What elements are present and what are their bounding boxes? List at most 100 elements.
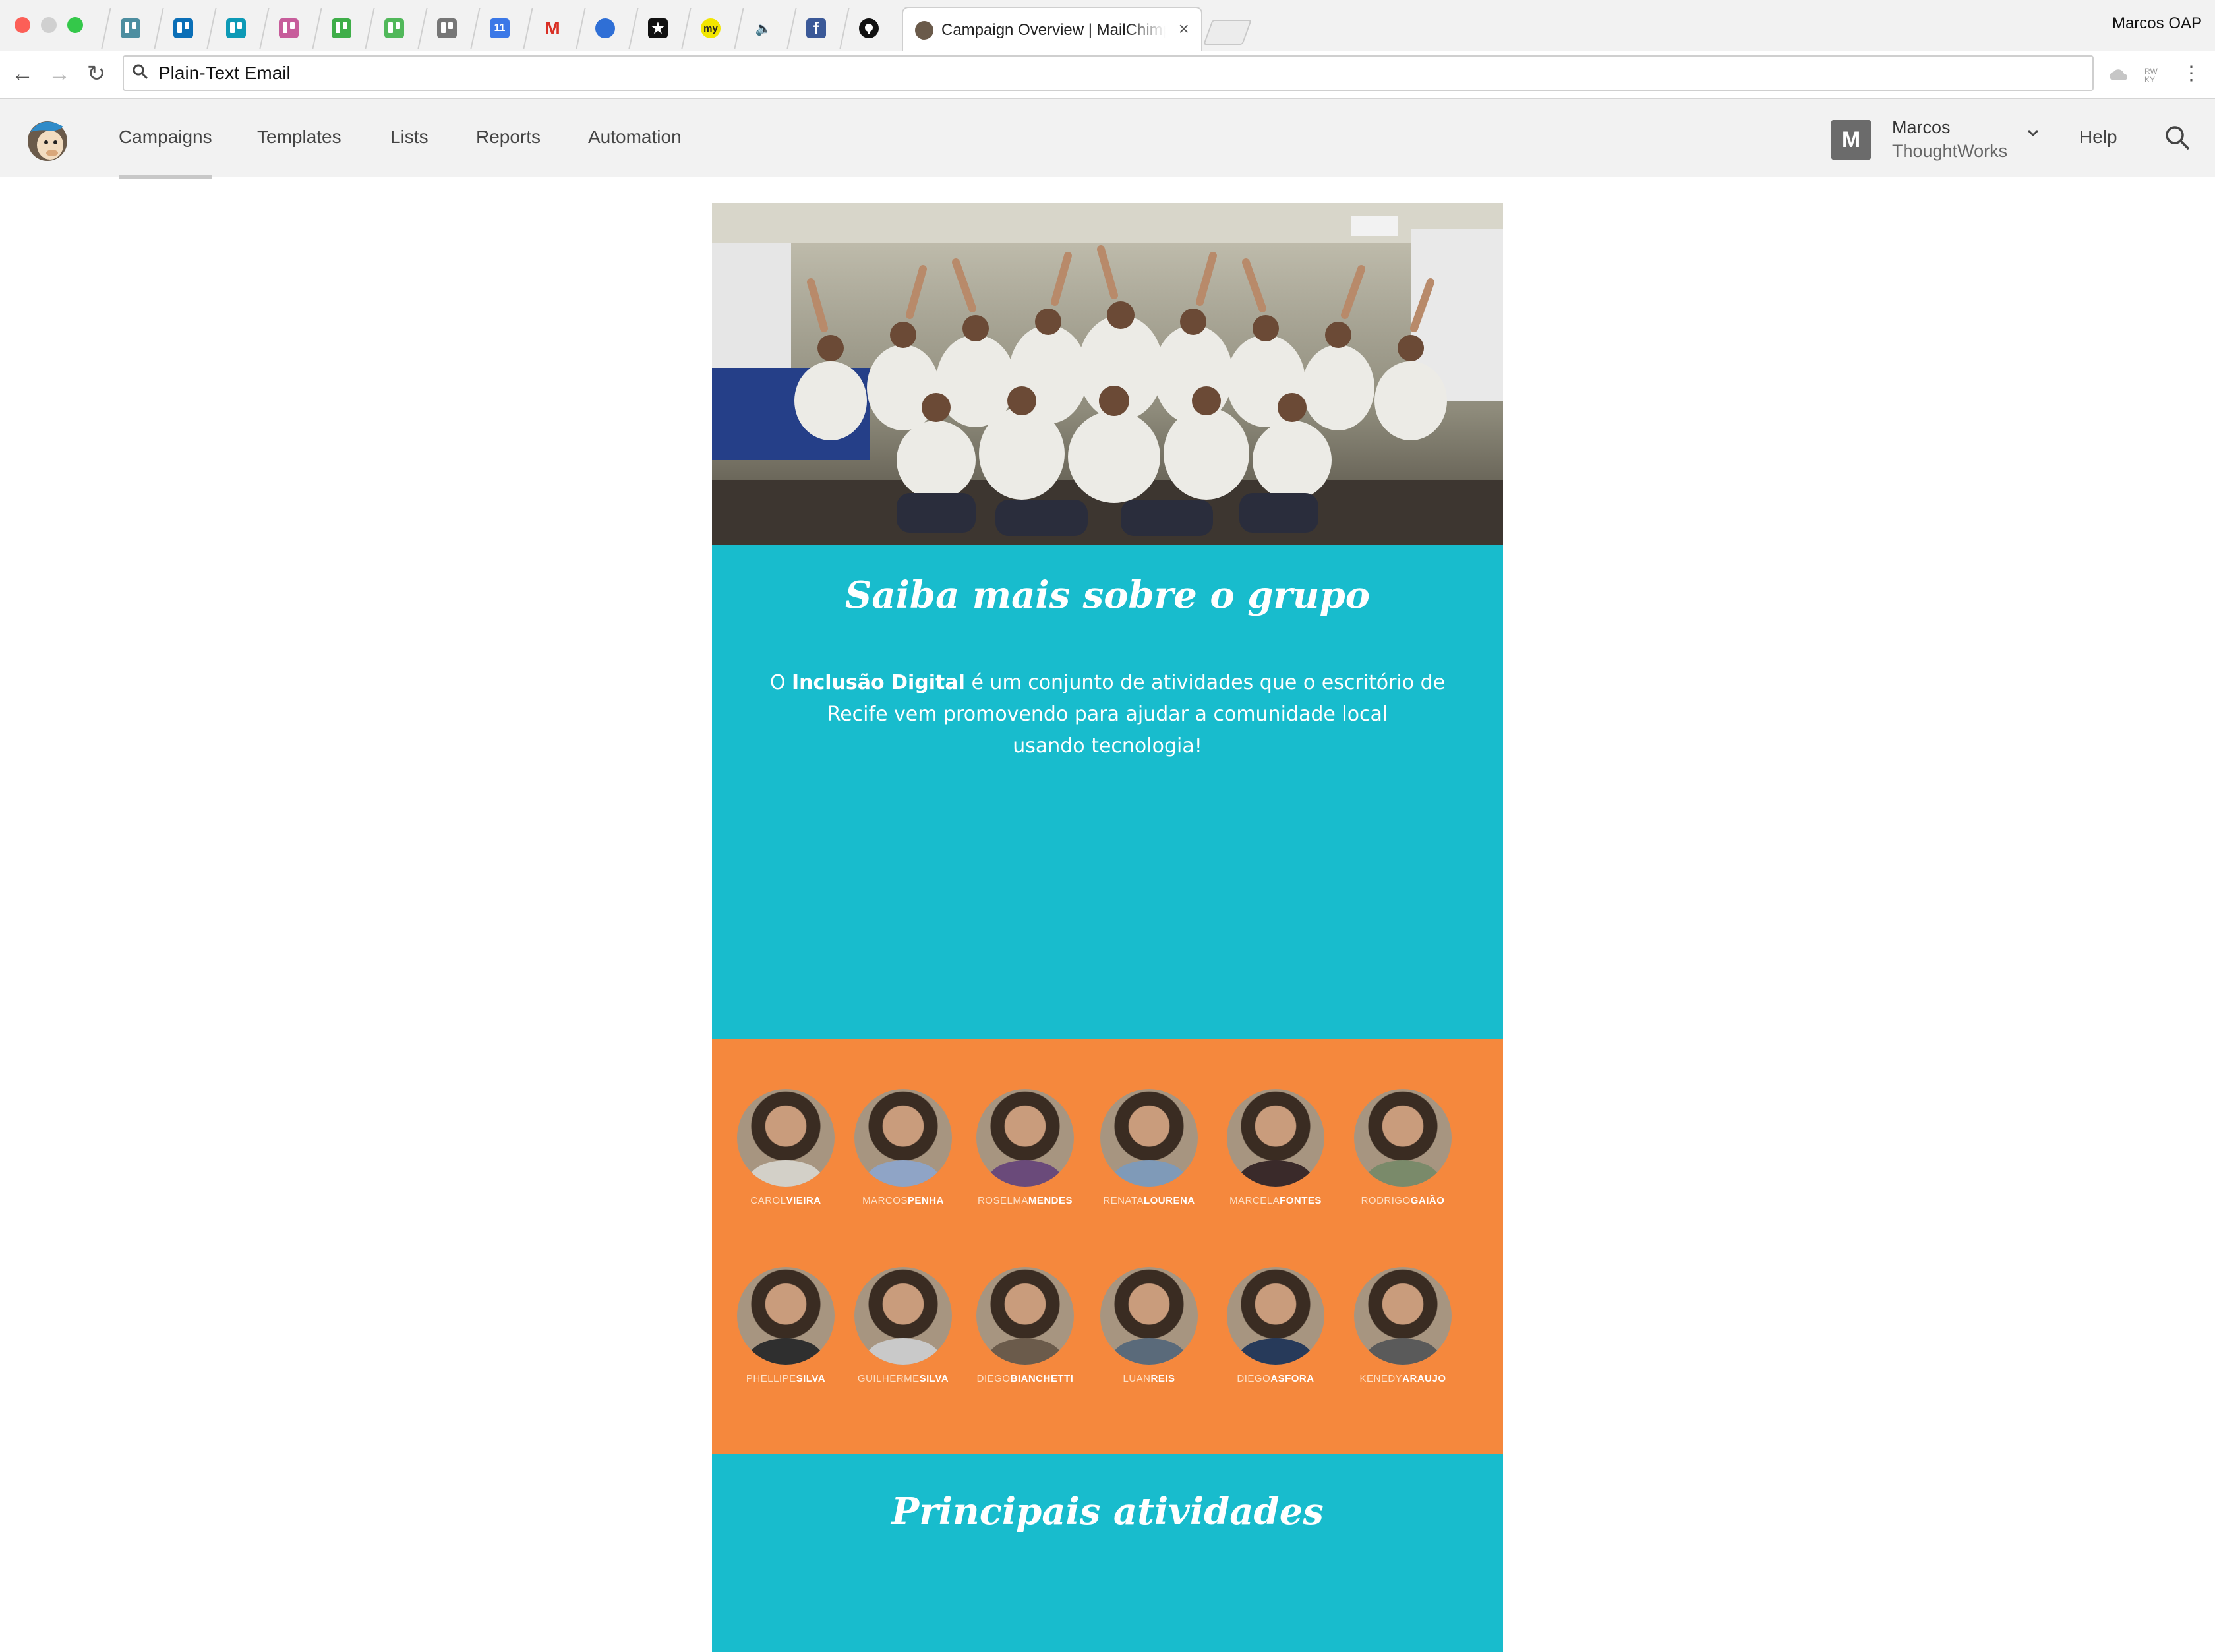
mailchimp-favicon-icon: [915, 21, 933, 40]
team-member-photo: [737, 1267, 835, 1365]
inbox-icon: [595, 18, 615, 38]
team-member-photo: [976, 1267, 1074, 1365]
nav-reports[interactable]: Reports: [476, 125, 541, 149]
back-arrow-icon[interactable]: ←: [9, 61, 36, 87]
pinned-tab[interactable]: [101, 8, 159, 49]
team-section: CAROLVIEIRA MARCOSPENHA ROSELMAMENDES RENAT…: [712, 1039, 1503, 1454]
email-preview: Saiba mais sobre o grupo O Inclusão Digi…: [712, 203, 1503, 1652]
team-member-photo: [854, 1089, 952, 1187]
group-photo: [712, 203, 1503, 545]
activities-section: Principais atividades: [712, 1454, 1503, 1652]
team-member-name: ROSELMAMENDES: [966, 1195, 1084, 1208]
team-member: GUILHERMESILVA: [844, 1267, 962, 1386]
address-bar[interactable]: Plain-Text Email: [123, 55, 2094, 91]
team-member-last-name: MENDES: [1028, 1195, 1073, 1206]
avatar[interactable]: M: [1831, 120, 1871, 160]
pinned-tab[interactable]: [154, 8, 212, 49]
close-window-button[interactable]: [15, 17, 30, 33]
team-member-last-name: ASFORA: [1270, 1373, 1314, 1384]
team-member-photo: [1227, 1089, 1324, 1187]
team-member-name: MARCOSPENHA: [844, 1195, 962, 1208]
mailchimp-nav: Campaigns Templates Lists Reports Automa…: [0, 99, 2215, 179]
nav-campaigns[interactable]: Campaigns: [119, 125, 212, 179]
trello-lightgreen-icon: [384, 18, 404, 38]
team-member-photo: [1100, 1089, 1198, 1187]
team-member-name: DIEGOASFORA: [1216, 1372, 1335, 1386]
forward-arrow-icon[interactable]: →: [46, 61, 73, 87]
team-member: CAROLVIEIRA: [726, 1089, 845, 1208]
account-org[interactable]: ThoughtWorks: [1892, 140, 2007, 162]
new-tab-button[interactable]: [1203, 20, 1252, 45]
help-link[interactable]: Help: [2079, 125, 2117, 149]
chevron-down-icon[interactable]: [2025, 125, 2041, 141]
team-member-first-name: RODRIGO: [1361, 1195, 1411, 1206]
team-member-photo: [976, 1089, 1074, 1187]
pinned-tab[interactable]: [417, 8, 475, 49]
pinned-tab[interactable]: [259, 8, 317, 49]
active-tab[interactable]: Campaign Overview | MailChimp ×: [902, 7, 1202, 53]
account-name[interactable]: Marcos: [1892, 116, 1951, 138]
team-member: DIEGOASFORA: [1216, 1267, 1335, 1386]
extension-cloud-icon[interactable]: [2107, 63, 2129, 86]
pinned-tab[interactable]: [312, 8, 370, 49]
close-tab-icon[interactable]: ×: [1179, 18, 1189, 40]
calendar-icon: 11: [490, 18, 510, 38]
trello-blue-icon: [173, 18, 193, 38]
tab-title: Campaign Overview | MailChimp: [941, 20, 1166, 41]
program-name: Inclusão Digital: [791, 671, 965, 694]
team-member-first-name: KENEDY: [1359, 1373, 1403, 1384]
star-app-icon: ★: [648, 18, 668, 38]
team-member: DIEGOBIANCHETTI: [966, 1267, 1084, 1386]
nav-automation[interactable]: Automation: [588, 125, 682, 149]
search-icon[interactable]: [2162, 123, 2193, 153]
team-member-last-name: ARAUJO: [1402, 1373, 1446, 1384]
team-member-first-name: MARCELA: [1229, 1195, 1280, 1206]
team-member-name: RODRIGOGAIÃO: [1344, 1195, 1462, 1208]
team-member-last-name: REIS: [1150, 1373, 1175, 1384]
browser-toolbar: ← → ↻ Plain-Text Email RW KY ⋮: [0, 51, 2215, 99]
team-member: PHELLIPESILVA: [726, 1267, 845, 1386]
team-member: ROSELMAMENDES: [966, 1089, 1084, 1208]
team-member-last-name: BIANCHETTI: [1010, 1373, 1074, 1384]
pinned-tab[interactable]: [576, 8, 634, 49]
about-title: Saiba mais sobre o grupo: [844, 574, 1371, 617]
team-member: LUANREIS: [1090, 1267, 1208, 1386]
extension-rw-icon[interactable]: RWKY: [2142, 63, 2165, 86]
team-member-photo: [854, 1267, 952, 1365]
nav-lists[interactable]: Lists: [390, 125, 428, 149]
team-member-name: PHELLIPESILVA: [726, 1372, 845, 1386]
team-member-name: KENEDYARAUJO: [1344, 1372, 1462, 1386]
github-icon: [859, 18, 879, 38]
team-member-last-name: SILVA: [919, 1373, 949, 1384]
nav-templates[interactable]: Templates: [257, 125, 341, 149]
about-section: Saiba mais sobre o grupo O Inclusão Digi…: [712, 545, 1503, 1039]
pinned-tab[interactable]: f: [786, 8, 844, 49]
pinned-tab[interactable]: 🔈: [734, 8, 792, 49]
facebook-icon: f: [806, 18, 826, 38]
maximize-window-button[interactable]: [67, 17, 83, 33]
pinned-tab[interactable]: 11: [470, 8, 528, 49]
mailchimp-logo[interactable]: [21, 112, 74, 165]
team-member-name: CAROLVIEIRA: [726, 1195, 845, 1208]
speaker-icon: 🔈: [755, 21, 772, 36]
team-member-first-name: RENATA: [1103, 1195, 1144, 1206]
team-member-first-name: PHELLIPE: [746, 1373, 796, 1384]
pinned-tab[interactable]: my: [681, 8, 739, 49]
reload-icon[interactable]: ↻: [83, 61, 109, 87]
team-member-first-name: LUAN: [1123, 1373, 1151, 1384]
browser-tab-bar: 11 M ★ my 🔈 f Campaign Overview | MailCh…: [0, 0, 2215, 53]
pinned-tab[interactable]: M: [523, 8, 581, 49]
address-text[interactable]: Plain-Text Email: [158, 62, 291, 84]
pinned-tab[interactable]: [839, 8, 897, 49]
svg-text:RW: RW: [2144, 67, 2158, 76]
pinned-tab[interactable]: [206, 8, 264, 49]
browser-menu-icon[interactable]: ⋮: [2178, 61, 2204, 87]
team-member-first-name: MARCOS: [862, 1195, 908, 1206]
browser-profile-name[interactable]: Marcos OAP: [2112, 15, 2202, 33]
trello-green-icon: [332, 18, 351, 38]
minimize-window-button[interactable]: [41, 17, 57, 33]
team-member-name: MARCELAFONTES: [1216, 1195, 1335, 1208]
pinned-tab[interactable]: [365, 8, 423, 49]
pinned-tab[interactable]: ★: [628, 8, 686, 49]
team-member: MARCOSPENHA: [844, 1089, 962, 1208]
